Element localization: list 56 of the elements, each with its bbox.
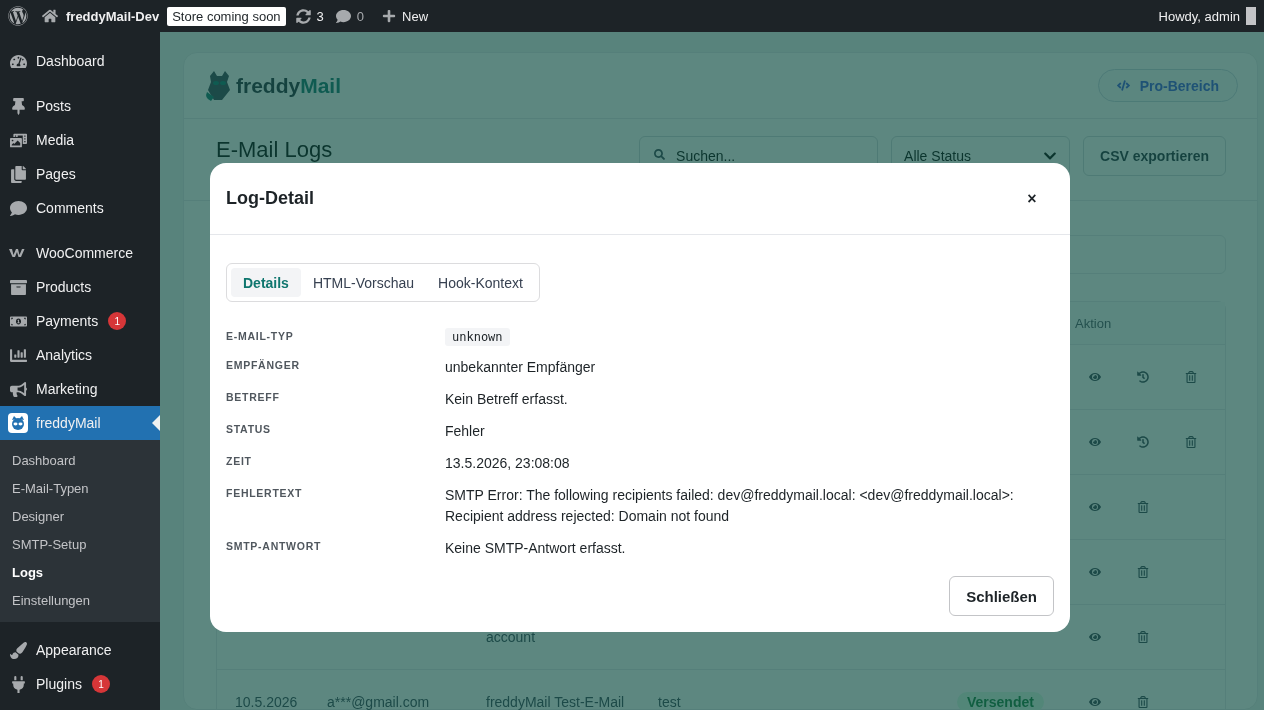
field-label: SMTP-ANTWORT — [226, 539, 323, 554]
sidebar-item[interactable]: Payments 1 — [0, 304, 160, 338]
field-value: unbekannter Empfänger — [445, 358, 597, 377]
greeting-link[interactable]: Howdy, admin — [1158, 8, 1240, 24]
sidebar-item[interactable]: Dashboard — [0, 44, 160, 78]
field-label: ZEIT — [226, 454, 253, 469]
sidebar-item[interactable]: Posts — [0, 89, 160, 123]
sidebar-item[interactable]: Plugins 1 — [0, 667, 160, 701]
submenu-item[interactable]: Dashboard — [0, 447, 160, 475]
freddymail-logo: freddyMail — [204, 69, 342, 102]
table-cell-text: account — [486, 628, 537, 647]
close-button[interactable]: × — [1016, 182, 1048, 215]
column-header: Aktion — [1075, 315, 1113, 331]
field-value: SMTP Error: The following recipients failed: dev@freddymail.local: <dev@freddymail.local>: Recipient address rejected: Domain not found — [445, 486, 1015, 526]
submenu-item[interactable]: SMTP-Setup — [0, 531, 160, 559]
tab[interactable]: Hook-Kontext — [426, 268, 535, 297]
sidebar-item[interactable]: Media — [0, 123, 160, 157]
sidebar-item[interactable]: freddyMail — [0, 406, 160, 440]
sidebar-item[interactable]: WooCommerce — [0, 236, 160, 270]
updates-count: 3 — [316, 8, 324, 24]
table-cell-text: 10.5.2026 — [235, 693, 299, 710]
store-badge[interactable]: Store coming soon — [167, 6, 286, 26]
sidebar-item[interactable]: Comments — [0, 191, 160, 225]
field-value: Fehler — [445, 422, 486, 441]
field-value: unknown — [445, 328, 510, 346]
table-cell-text: a***@gmail.com — [327, 693, 431, 710]
table-cell-text: test — [658, 693, 682, 710]
field-label: BETREFF — [226, 390, 281, 405]
field-value: 13.5.2026, 23:08:08 — [445, 454, 571, 473]
sidebar-item[interactable]: Analytics — [0, 338, 160, 372]
field-value: Keine SMTP-Antwort erfasst. — [445, 539, 627, 558]
page-title: E-Mail Logs — [216, 137, 333, 163]
submenu-item[interactable]: E-Mail-Typen — [0, 475, 160, 503]
sidebar-item[interactable]: Products — [0, 270, 160, 304]
submenu-item[interactable]: Designer — [0, 503, 160, 531]
field-value: Kein Betreff erfasst. — [445, 390, 569, 409]
site-link[interactable]: freddyMail-Dev — [66, 8, 160, 24]
comments-count: 0 — [356, 8, 365, 24]
field-label: E-MAIL-TYP — [226, 329, 295, 344]
field-label: STATUS — [226, 422, 272, 437]
sidebar-item[interactable]: Pages — [0, 157, 160, 191]
tab[interactable]: Details — [231, 268, 301, 297]
field-label: EMPFÄNGER — [226, 358, 301, 373]
field-label: FEHLERTEXT — [226, 486, 304, 501]
tab[interactable]: HTML-Vorschau — [300, 268, 427, 297]
submenu-item[interactable]: Einstellungen — [0, 587, 160, 615]
new-link[interactable]: New — [402, 8, 429, 24]
close-dialog-button[interactable]: Schließen — [949, 576, 1054, 616]
sidebar-item[interactable]: Marketing — [0, 372, 160, 406]
table-cell-text: freddyMail Test-E-Mail — [486, 693, 626, 710]
dialog-title: Log-Detail — [226, 188, 314, 209]
sidebar-item[interactable]: Appearance — [0, 633, 160, 667]
count-badge: 1 — [91, 675, 110, 693]
submenu-item[interactable]: Logs — [0, 559, 160, 587]
count-badge: 1 — [108, 312, 127, 330]
status-badge: Versendet — [957, 692, 1044, 710]
